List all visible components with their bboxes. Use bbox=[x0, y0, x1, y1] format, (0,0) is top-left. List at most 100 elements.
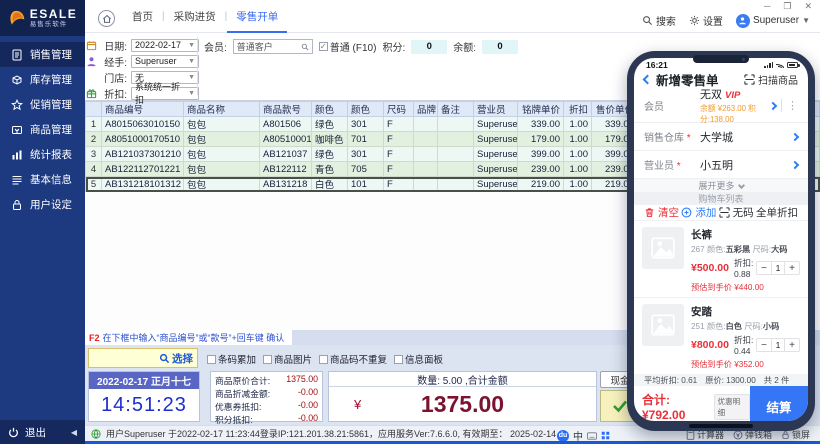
grid-icon[interactable] bbox=[601, 431, 610, 440]
keyboard-icon[interactable] bbox=[587, 432, 597, 440]
item-estimate: 预估到手价 ¥352.00 bbox=[691, 358, 800, 370]
sidebar: ESALE 易售乐软件 销售管理库存管理促销管理商品管理统计报表基本信息用户设定… bbox=[0, 0, 85, 444]
scan-product-button[interactable]: 扫描商品 bbox=[744, 72, 798, 87]
tab-1[interactable]: 首页 bbox=[123, 0, 162, 33]
sidebar-item-4[interactable]: 商品管理 bbox=[0, 117, 85, 142]
minimize-button[interactable]: ─ bbox=[764, 1, 770, 12]
calculator-icon bbox=[686, 430, 695, 440]
checkout-button[interactable]: 结算 bbox=[750, 386, 808, 421]
field-label: 门店: bbox=[101, 70, 127, 85]
person-icon bbox=[85, 56, 97, 67]
plus-button[interactable]: + bbox=[785, 339, 799, 352]
cell: AB131218 bbox=[260, 177, 312, 192]
ime-icon[interactable]: du bbox=[557, 430, 569, 442]
cell: 339.00 bbox=[518, 117, 564, 132]
cell: A8051000170510 bbox=[102, 132, 184, 147]
cell: 1.00 bbox=[564, 162, 592, 177]
sidebar-item-2[interactable]: 库存管理 bbox=[0, 67, 85, 92]
sidebar-item-1[interactable]: 销售管理 bbox=[0, 42, 85, 67]
sidebar-item-6[interactable]: 基本信息 bbox=[0, 167, 85, 192]
cell bbox=[438, 132, 474, 147]
cashbox-icon bbox=[733, 430, 743, 440]
minus-button[interactable]: − bbox=[757, 339, 771, 352]
form-row-2: 经手: Superuser▼ bbox=[85, 53, 199, 69]
currency-symbol: ¥ bbox=[354, 397, 361, 412]
avatar bbox=[736, 14, 750, 28]
sidebar-item-7[interactable]: 用户设定 bbox=[0, 192, 85, 217]
column-header: 折扣 bbox=[564, 102, 592, 117]
item-discount: 折扣: 0.44 bbox=[734, 334, 756, 356]
maximize-button[interactable]: ❐ bbox=[783, 1, 791, 12]
cart-toolbar-3[interactable]: 无码 bbox=[719, 205, 754, 220]
option-checkbox-3[interactable]: 商品码不重复 bbox=[319, 352, 387, 366]
cell: 179.00 bbox=[518, 132, 564, 147]
discount-detail-badge[interactable]: 优惠明细 bbox=[714, 394, 750, 420]
field-value: 系统统一折扣 bbox=[135, 80, 188, 106]
sidebar-item-5[interactable]: 统计报表 bbox=[0, 142, 85, 167]
chevron-down-icon: ▼ bbox=[188, 90, 195, 97]
barcode-input[interactable]: 选择 bbox=[88, 348, 198, 368]
cell: Superuser bbox=[474, 117, 518, 132]
select-button[interactable]: 选择 bbox=[172, 351, 193, 366]
chart-icon bbox=[11, 149, 23, 161]
magnifier-icon bbox=[301, 43, 309, 51]
cell bbox=[438, 162, 474, 177]
checkbox-label: 信息面板 bbox=[405, 352, 443, 366]
plus-button[interactable]: + bbox=[785, 262, 799, 275]
back-chevron-icon[interactable] bbox=[643, 75, 653, 85]
column-header: 营业员 bbox=[474, 102, 518, 117]
total-value: -0.00 bbox=[298, 400, 318, 413]
cell: 包包 bbox=[184, 147, 260, 162]
cart-toolbar-4[interactable]: 全单折扣 bbox=[756, 205, 798, 220]
hint-text: 在下框中输入“商品编号”或“款号”+回车键 确认 bbox=[103, 331, 285, 344]
phone-form-row-3[interactable]: 营业员 *小五明 bbox=[634, 151, 808, 178]
field-select-1[interactable]: 2022-02-17▼ bbox=[131, 39, 199, 52]
option-checkbox-4[interactable]: 信息面板 bbox=[394, 352, 443, 366]
close-button[interactable]: ✕ bbox=[804, 1, 812, 12]
chevron-right-icon bbox=[791, 160, 799, 168]
member-row: 会员: 普通客户 ✓ 普通 (F10) 积分: 0 余额: 0 bbox=[204, 39, 518, 54]
cell: 1.00 bbox=[564, 177, 592, 192]
member-normal-checkbox[interactable]: ✓ 普通 (F10) bbox=[319, 39, 377, 54]
kebab-menu-icon[interactable]: ⋮ bbox=[787, 99, 798, 112]
cell: 绿色 bbox=[312, 117, 348, 132]
sidebar-item-label: 销售管理 bbox=[30, 47, 72, 62]
cart-toolbar-1[interactable]: 清空 bbox=[644, 205, 679, 220]
total-label: 商品折减金额: bbox=[215, 387, 270, 400]
option-checkbox-2[interactable]: 商品图片 bbox=[263, 352, 312, 366]
sidebar-item-label: 商品管理 bbox=[30, 122, 72, 137]
member-input[interactable]: 普通客户 bbox=[233, 39, 313, 54]
home-icon[interactable] bbox=[98, 10, 115, 27]
cell: F bbox=[384, 147, 414, 162]
goods-icon bbox=[11, 124, 23, 136]
row-value: 小五明 bbox=[700, 157, 733, 173]
cart-toolbar-2[interactable]: 添加 bbox=[681, 205, 716, 220]
settings-button[interactable]: 设置 bbox=[689, 13, 723, 28]
phone-form-row-2[interactable]: 销售仓库 *大学城 bbox=[634, 123, 808, 150]
column-header bbox=[86, 102, 102, 117]
power-icon bbox=[8, 427, 19, 438]
phone-form-row-1[interactable]: 会员无双VIP余额 ¥263.00 积分:138.00⋮ bbox=[634, 89, 808, 122]
cell: Superuser bbox=[474, 147, 518, 162]
minus-button[interactable]: − bbox=[757, 262, 771, 275]
phone-mockup: 16:21 新增零售单 扫描商品 会员无双VIP余额 ¥263.00 积分:13… bbox=[627, 51, 815, 431]
check-icon bbox=[612, 399, 628, 413]
sidebar-item-3[interactable]: 促销管理 bbox=[0, 92, 85, 117]
field-label: 经手: bbox=[101, 54, 127, 69]
calendar-icon bbox=[85, 40, 97, 51]
exit-button[interactable]: 退出 bbox=[25, 425, 46, 440]
field-select-4[interactable]: 系统统一折扣▼ bbox=[131, 87, 199, 100]
cell: 1.00 bbox=[564, 117, 592, 132]
item-price: ¥800.00 bbox=[691, 339, 729, 351]
cell: 701 bbox=[348, 132, 384, 147]
search-button[interactable]: 搜索 bbox=[642, 13, 676, 28]
vip-badge: VIP bbox=[725, 90, 740, 101]
field-select-2[interactable]: Superuser▼ bbox=[131, 55, 199, 68]
tab-3[interactable]: 零售开单 bbox=[227, 0, 287, 33]
collapse-sidebar-icon[interactable]: ◀ bbox=[71, 428, 77, 437]
option-checkbox-1[interactable]: 条码累加 bbox=[207, 352, 256, 366]
user-menu[interactable]: Superuser ▼ bbox=[736, 14, 810, 28]
expand-more[interactable]: 展开更多 bbox=[634, 179, 808, 192]
tab-2[interactable]: 采购进货 bbox=[165, 0, 225, 33]
box-icon bbox=[11, 74, 23, 86]
